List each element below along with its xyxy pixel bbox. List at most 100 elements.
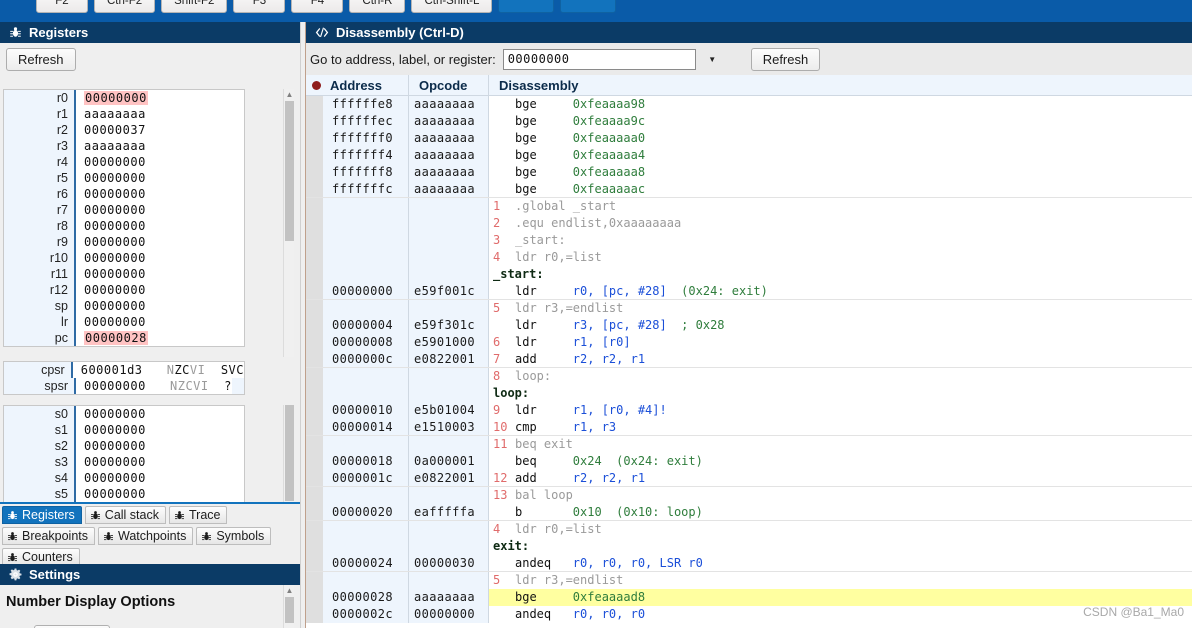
label-row[interactable]: loop: (306, 385, 1192, 402)
register-value[interactable]: 00000000 (74, 298, 244, 314)
psr-register-row[interactable]: spsr 00000000 NZCVI ? (4, 378, 244, 394)
scrollbar-thumb[interactable] (285, 405, 294, 501)
instruction-row[interactable]: fffffff0 aaaaaaaa bge 0xfeaaaaa0 (306, 130, 1192, 147)
register-row[interactable]: s4 00000000 (4, 470, 244, 486)
breakpoint-gutter[interactable] (306, 334, 323, 351)
instruction-row[interactable]: 0000000c e0822001 7 add r2, r2, r1 (306, 351, 1192, 368)
register-value[interactable]: 600001d3 (70, 362, 155, 378)
register-value[interactable]: 00000000 (74, 486, 244, 502)
breakpoint-gutter[interactable] (306, 419, 323, 435)
register-value[interactable]: 00000000 (74, 218, 244, 234)
register-value[interactable]: 00000037 (74, 122, 244, 138)
instruction-row[interactable]: fffffffc aaaaaaaa bge 0xfeaaaaac (306, 181, 1192, 198)
instruction-row[interactable]: 00000028 aaaaaaaa bge 0xfeaaaad8 (306, 589, 1192, 606)
register-value[interactable]: 00000000 (74, 250, 244, 266)
tab-trace[interactable]: Trace (168, 506, 228, 524)
toolbar-button-ctrl-f2[interactable]: Ctrl-F2 (94, 0, 156, 13)
instruction-row[interactable]: 00000018 0a000001 beq 0x24 (0x24: exit) (306, 453, 1192, 470)
register-row[interactable]: r0 00000000 (4, 90, 244, 106)
breakpoint-gutter[interactable] (306, 436, 323, 453)
breakpoint-gutter[interactable] (306, 249, 323, 266)
register-row[interactable]: r6 00000000 (4, 186, 244, 202)
register-value[interactable]: 00000000 (74, 186, 244, 202)
register-row[interactable]: s3 00000000 (4, 454, 244, 470)
breakpoint-gutter[interactable] (306, 317, 323, 334)
breakpoint-gutter[interactable] (306, 555, 323, 571)
scroll-up-icon[interactable]: ▲ (284, 89, 295, 100)
breakpoint-gutter[interactable] (306, 232, 323, 249)
register-row[interactable]: r12 00000000 (4, 282, 244, 298)
register-value[interactable]: 00000000 (74, 406, 244, 422)
register-row[interactable]: r7 00000000 (4, 202, 244, 218)
breakpoint-gutter[interactable] (306, 130, 323, 147)
toolbar-button-f3[interactable]: F3 (233, 0, 286, 13)
register-row[interactable]: r10 00000000 (4, 250, 244, 266)
instruction-row[interactable]: 0000002c 00000000 andeq r0, r0, r0 (306, 606, 1192, 623)
breakpoint-gutter[interactable] (306, 470, 323, 486)
instruction-row[interactable]: fffffff8 aaaaaaaa bge 0xfeaaaaa8 (306, 164, 1192, 181)
scrollbar-thumb[interactable] (285, 101, 294, 241)
breakpoint-gutter[interactable] (306, 402, 323, 419)
breakpoint-gutter[interactable] (306, 589, 323, 606)
register-row[interactable]: r5 00000000 (4, 170, 244, 186)
register-value[interactable]: 00000000 (74, 422, 244, 438)
psr-register-row[interactable]: cpsr 600001d3 NZCVI SVC (4, 362, 244, 378)
breakpoint-gutter[interactable] (306, 96, 323, 113)
toolbar-button-f2[interactable]: F2 (36, 0, 88, 13)
register-row[interactable]: r8 00000000 (4, 218, 244, 234)
breakpoint-gutter[interactable] (306, 215, 323, 232)
breakpoint-gutter[interactable] (306, 453, 323, 470)
instruction-row[interactable]: 00000024 00000030 andeq r0, r0, r0, LSR r0 (306, 555, 1192, 572)
source-line-row[interactable]: 11 beq exit (306, 436, 1192, 453)
toolbar-button-f4[interactable]: F4 (291, 0, 344, 13)
source-line-row[interactable]: 1 .global _start (306, 198, 1192, 215)
register-row[interactable]: r3 aaaaaaaa (4, 138, 244, 154)
register-value[interactable]: 00000000 (74, 202, 244, 218)
column-opcode[interactable]: Opcode (409, 74, 489, 96)
scroll-up-icon[interactable]: ▲ (284, 585, 295, 596)
toolbar-button-ctrl-r[interactable]: Ctrl-R (349, 0, 406, 13)
register-value[interactable]: 00000000 (74, 90, 244, 106)
breakpoint-gutter[interactable] (306, 147, 323, 164)
breakpoint-gutter[interactable] (306, 606, 323, 623)
register-row[interactable]: s5 00000000 (4, 486, 244, 502)
toolbar-button-shift-f2[interactable]: Shift-F2 (161, 0, 228, 13)
source-line-row[interactable]: 3 _start: (306, 232, 1192, 249)
register-row[interactable]: r1 aaaaaaaa (4, 106, 244, 122)
registers-refresh-button[interactable]: Refresh (6, 48, 76, 71)
register-value[interactable]: aaaaaaaa (74, 106, 244, 122)
tab-breakpoints[interactable]: Breakpoints (2, 527, 96, 545)
register-value[interactable]: 00000000 (74, 170, 244, 186)
psr-registers-table[interactable]: cpsr 600001d3 NZCVI SVC spsr 00000000 NZCVI ? (3, 361, 245, 395)
tab-symbols[interactable]: Symbols (196, 527, 272, 545)
tab-watchpoints[interactable]: Watchpoints (98, 527, 194, 545)
instruction-row[interactable]: ffffffe8 aaaaaaaa bge 0xfeaaaa98 (306, 96, 1192, 113)
breakpoint-gutter[interactable] (306, 351, 323, 367)
register-value[interactable]: 00000000 (74, 438, 244, 454)
source-line-row[interactable]: 2 .equ endlist,0xaaaaaaaa (306, 215, 1192, 232)
breakpoint-gutter[interactable] (306, 572, 323, 589)
source-line-row[interactable]: 4 ldr r0,=list (306, 521, 1192, 538)
breakpoint-gutter[interactable] (306, 385, 323, 402)
instruction-row[interactable]: 00000014 e1510003 10 cmp r1, r3 (306, 419, 1192, 436)
breakpoint-gutter[interactable] (306, 181, 323, 197)
breakpoint-gutter[interactable] (306, 368, 323, 385)
tab-registers[interactable]: Registers (2, 506, 82, 524)
instruction-row[interactable]: 00000010 e5b01004 9 ldr r1, [r0, #4]! (306, 402, 1192, 419)
register-row[interactable]: s2 00000000 (4, 438, 244, 454)
chevron-down-icon[interactable]: ▼ (702, 48, 722, 70)
register-value[interactable]: 00000000 (74, 454, 244, 470)
breakpoint-gutter[interactable] (306, 113, 323, 130)
instruction-row[interactable]: 0000001c e0822001 12 add r2, r2, r1 (306, 470, 1192, 487)
register-value[interactable]: 00000028 (74, 330, 244, 346)
breakpoint-gutter[interactable] (306, 164, 323, 181)
register-value[interactable]: 00000000 (74, 266, 244, 282)
core-registers-table[interactable]: r0 00000000 r1 aaaaaaaa r2 00000037 r3 aaaaaaaa… (3, 89, 245, 347)
breakpoint-gutter[interactable] (306, 198, 323, 215)
breakpoint-gutter[interactable] (306, 487, 323, 504)
breakpoint-gutter[interactable] (306, 504, 323, 520)
register-value[interactable]: 00000000 (74, 154, 244, 170)
source-line-row[interactable]: 5 ldr r3,=endlist (306, 300, 1192, 317)
register-value[interactable]: 00000000 (74, 282, 244, 298)
instruction-row[interactable]: ffffffec aaaaaaaa bge 0xfeaaaa9c (306, 113, 1192, 130)
